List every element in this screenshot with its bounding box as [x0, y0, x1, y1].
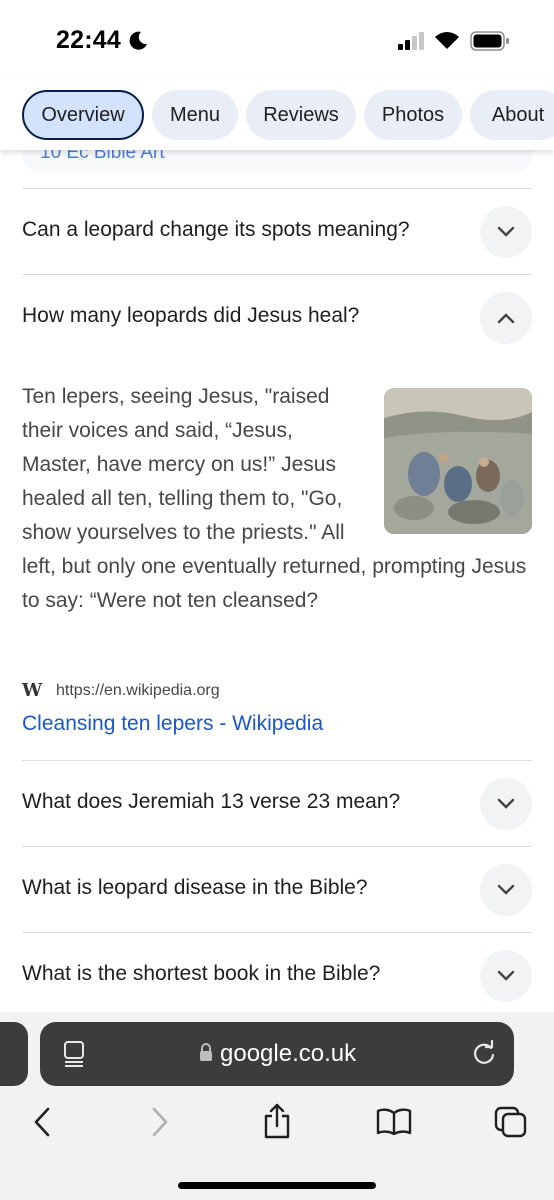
faq-question[interactable]: What is the shortest book in the Bible?	[22, 962, 380, 986]
moon-icon	[129, 31, 147, 50]
divider	[22, 846, 532, 847]
reader-mode-icon[interactable]	[62, 1040, 86, 1068]
previous-result-text[interactable]: 10 Ec Bible Art	[40, 150, 165, 164]
divider	[22, 932, 532, 933]
chevron-up-icon	[497, 313, 515, 324]
divider	[22, 188, 532, 189]
expand-button[interactable]	[480, 950, 532, 1002]
expand-button[interactable]	[480, 864, 532, 916]
wifi-icon	[435, 32, 459, 49]
tab-about[interactable]: About	[470, 90, 554, 140]
tab-chips-bar: Overview Menu Reviews Photos About	[0, 80, 554, 150]
tab-overview[interactable]: Overview	[22, 90, 144, 140]
address-bar[interactable]: google.co.uk	[40, 1022, 514, 1086]
faq-question[interactable]: What is leopard disease in the Bible?	[22, 876, 368, 900]
tab-photos[interactable]: Photos	[364, 90, 462, 140]
browser-bottom-bar: google.co.uk	[0, 1012, 554, 1200]
source-link[interactable]: Cleansing ten lepers - Wikipedia	[22, 712, 323, 736]
divider	[22, 760, 532, 761]
tab-reviews[interactable]: Reviews	[246, 90, 356, 140]
lock-icon	[200, 1043, 212, 1061]
forward-icon[interactable]	[148, 1106, 172, 1138]
expand-button[interactable]	[480, 778, 532, 830]
address-domain[interactable]: google.co.uk	[220, 1040, 356, 1068]
signal-icon	[398, 32, 424, 50]
wikipedia-icon: W	[22, 680, 43, 701]
faq-answer: Ten lepers, seeing Jesus, "raised their …	[22, 380, 532, 618]
expand-button[interactable]	[480, 206, 532, 258]
status-time: 22:44	[56, 26, 121, 54]
faq-question[interactable]: Can a leopard change its spots meaning?	[22, 218, 410, 242]
chevron-down-icon	[497, 798, 515, 809]
tab-menu[interactable]: Menu	[152, 90, 238, 140]
source-row[interactable]: W https://en.wikipedia.org	[22, 680, 220, 701]
chevron-down-icon	[497, 970, 515, 981]
results-content: 10 Ec Bible Art Can a leopard change its…	[0, 150, 554, 1012]
source-url: https://en.wikipedia.org	[56, 681, 220, 699]
status-bar: 22:44	[0, 0, 554, 80]
share-icon[interactable]	[262, 1102, 292, 1140]
chevron-down-icon	[497, 884, 515, 895]
reload-icon[interactable]	[470, 1039, 498, 1067]
bookmarks-icon[interactable]	[376, 1108, 412, 1136]
faq-question[interactable]: How many leopards did Jesus heal?	[22, 304, 359, 328]
collapse-button[interactable]	[480, 292, 532, 344]
faq-question[interactable]: What does Jeremiah 13 verse 23 mean?	[22, 790, 400, 814]
battery-icon	[470, 31, 509, 51]
home-indicator	[178, 1182, 376, 1189]
tabs-icon[interactable]	[494, 1106, 528, 1138]
back-icon[interactable]	[30, 1106, 54, 1138]
divider	[22, 274, 532, 275]
previous-tab-peek[interactable]	[0, 1022, 28, 1086]
chevron-down-icon	[497, 226, 515, 237]
lepers-painting-image[interactable]	[384, 388, 532, 534]
